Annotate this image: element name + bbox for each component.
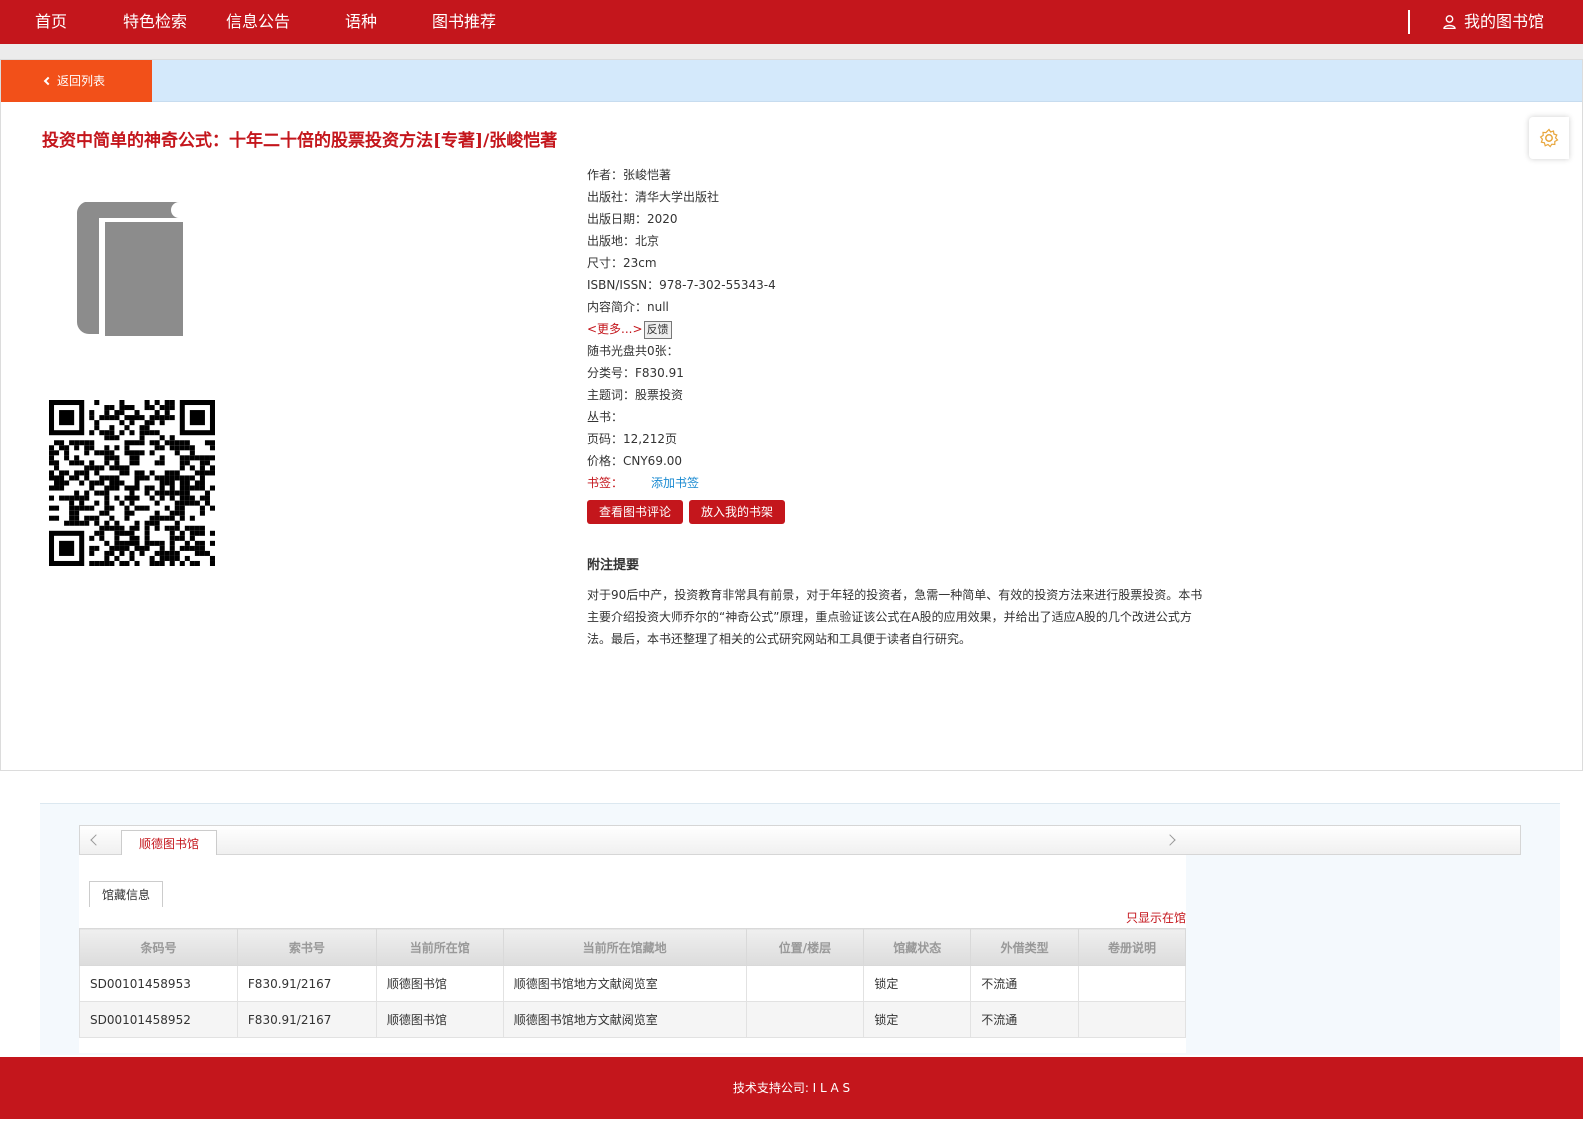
cell-current-location: 顺德图书馆地方文献阅览室 [502,965,747,1002]
tab-shunde-library[interactable]: 顺德图书馆 [121,830,217,856]
info-pub-place: 出版地：北京 [587,234,660,248]
holdings-panel: 馆藏信息 只显示在馆 条码号 索书号 当前所在馆 当前所在馆藏地 位置/楼层 馆… [79,855,1186,1053]
cell-current-location: 顺德图书馆地方文献阅览室 [502,1001,747,1038]
col-loan-type: 外借类型 [970,928,1080,966]
cell-barcode: SD00101458953 [79,965,238,1002]
only-in-library-link[interactable]: 只显示在馆 [1126,909,1186,926]
book-cover-placeholder-icon [76,202,183,336]
bookmark-label: 书签： [587,476,624,490]
info-classification: 分类号：F830.91 [587,366,684,380]
info-summary: 内容简介：null [587,300,669,314]
info-series: 丛书： [587,410,624,424]
my-library-label: 我的图书馆 [1464,12,1545,31]
nav-home[interactable]: 首页 [35,0,67,44]
notes-text: 对于90后中产，投资教育非常具有前景，对于年轻的投资者，急需一种简单、有效的投资… [587,588,1203,646]
chevron-left-icon [43,76,53,86]
cell-floor [745,1001,865,1038]
nav-announcements[interactable]: 信息公告 [226,0,290,44]
cell-call-number: F830.91/2167 [236,1001,377,1038]
cell-volume-note [1078,1001,1186,1038]
chevron-right-icon[interactable] [1164,834,1176,846]
info-isbn: ISBN/ISSN：978-7-302-55343-4 [587,278,776,292]
view-reviews-button[interactable]: 查看图书评论 [587,500,684,524]
cell-loan-type: 不流通 [970,965,1080,1002]
cell-status: 锁定 [863,965,972,1002]
header-spacer [0,44,1583,59]
info-pub-date: 出版日期：2020 [587,212,678,226]
chevron-left-icon[interactable] [90,834,102,846]
table-row: SD00101458953 F830.91/2167 顺德图书馆 顺德图书馆地方… [79,965,1186,1002]
col-barcode: 条码号 [79,928,238,966]
cell-barcode: SD00101458952 [79,1001,238,1038]
col-floor: 位置/楼层 [745,928,865,966]
add-to-shelf-button[interactable]: 放入我的书架 [689,500,786,524]
footer: 技术支持公司: I L A S [0,1057,1583,1119]
book-detail-panel: 返回列表 投资中简单的神奇公式：十年二十倍的股票投资方法[专著]/张峻恺著 作者… [0,59,1583,771]
add-bookmark-link[interactable]: 添加书签 [651,476,699,490]
more-link[interactable]: <更多...> [587,322,643,336]
book-title: 投资中简单的神奇公式：十年二十倍的股票投资方法[专著]/张峻恺著 [42,131,558,151]
cell-floor [745,965,865,1002]
holdings-section: 顺德图书馆 馆藏信息 只显示在馆 条码号 索书号 当前所在馆 当前所在馆藏地 位… [40,803,1560,1055]
col-call-number: 索书号 [236,928,377,966]
action-buttons: 查看图书评论 放入我的书架 [587,500,791,524]
info-price: 价格：CNY69.00 [587,454,683,468]
more-feedback-row: <更多...> 反馈 [587,318,776,340]
table-row: SD00101458952 F830.91/2167 顺德图书馆 顺德图书馆地方… [79,1001,1186,1038]
feedback-button[interactable]: 反馈 [643,321,672,339]
notes-heading: 附注提要 [587,558,640,573]
cell-loan-type: 不流通 [970,1001,1080,1038]
back-to-list-label: 返回列表 [57,74,106,88]
cell-volume-note [1078,965,1186,1002]
cell-current-library: 顺德图书馆 [375,965,504,1002]
table-header-row: 条码号 索书号 当前所在馆 当前所在馆藏地 位置/楼层 馆藏状态 外借类型 卷册… [79,928,1186,966]
my-library-link[interactable]: 我的图书馆 [1443,0,1544,44]
bookmark-row: 书签： 添加书签 [587,472,776,494]
holdings-table: 条码号 索书号 当前所在馆 当前所在馆藏地 位置/楼层 馆藏状态 外借类型 卷册… [79,928,1186,1038]
info-pages: 页码：12,212页 [587,432,677,446]
user-icon [1443,15,1456,30]
col-status: 馆藏状态 [863,928,972,966]
col-current-library: 当前所在馆 [375,928,504,966]
info-subject: 主题词：股票投资 [587,388,684,402]
back-to-list-button[interactable]: 返回列表 [1,60,152,102]
nav-book-recommend[interactable]: 图书推荐 [432,0,496,44]
nav-languages[interactable]: 语种 [345,0,377,44]
gear-icon [1539,128,1559,148]
nav-special-search[interactable]: 特色检索 [123,0,187,44]
info-size: 尺寸：23cm [587,256,657,270]
info-publisher: 出版社：清华大学出版社 [587,190,720,204]
qr-code [49,400,215,566]
back-bar: 返回列表 [1,60,1582,102]
top-nav: 首页 特色检索 信息公告 语种 图书推荐 我的图书馆 [0,0,1583,44]
tab-holdings-info[interactable]: 馆藏信息 [89,881,163,907]
cell-current-library: 顺德图书馆 [375,1001,504,1038]
cell-call-number: F830.91/2167 [236,965,377,1002]
info-author: 作者：张峻恺著 [587,168,672,182]
book-info: 作者：张峻恺著 出版社：清华大学出版社 出版日期：2020 出版地：北京 尺寸：… [587,164,776,494]
library-tab-strip: 顺德图书馆 [79,825,1521,856]
cell-status: 锁定 [863,1001,972,1038]
info-cd-count: 随书光盘共0张： [587,344,679,358]
col-volume-note: 卷册说明 [1078,928,1186,966]
settings-button[interactable] [1529,117,1569,159]
col-current-location: 当前所在馆藏地 [502,928,747,966]
nav-divider [1408,10,1410,34]
